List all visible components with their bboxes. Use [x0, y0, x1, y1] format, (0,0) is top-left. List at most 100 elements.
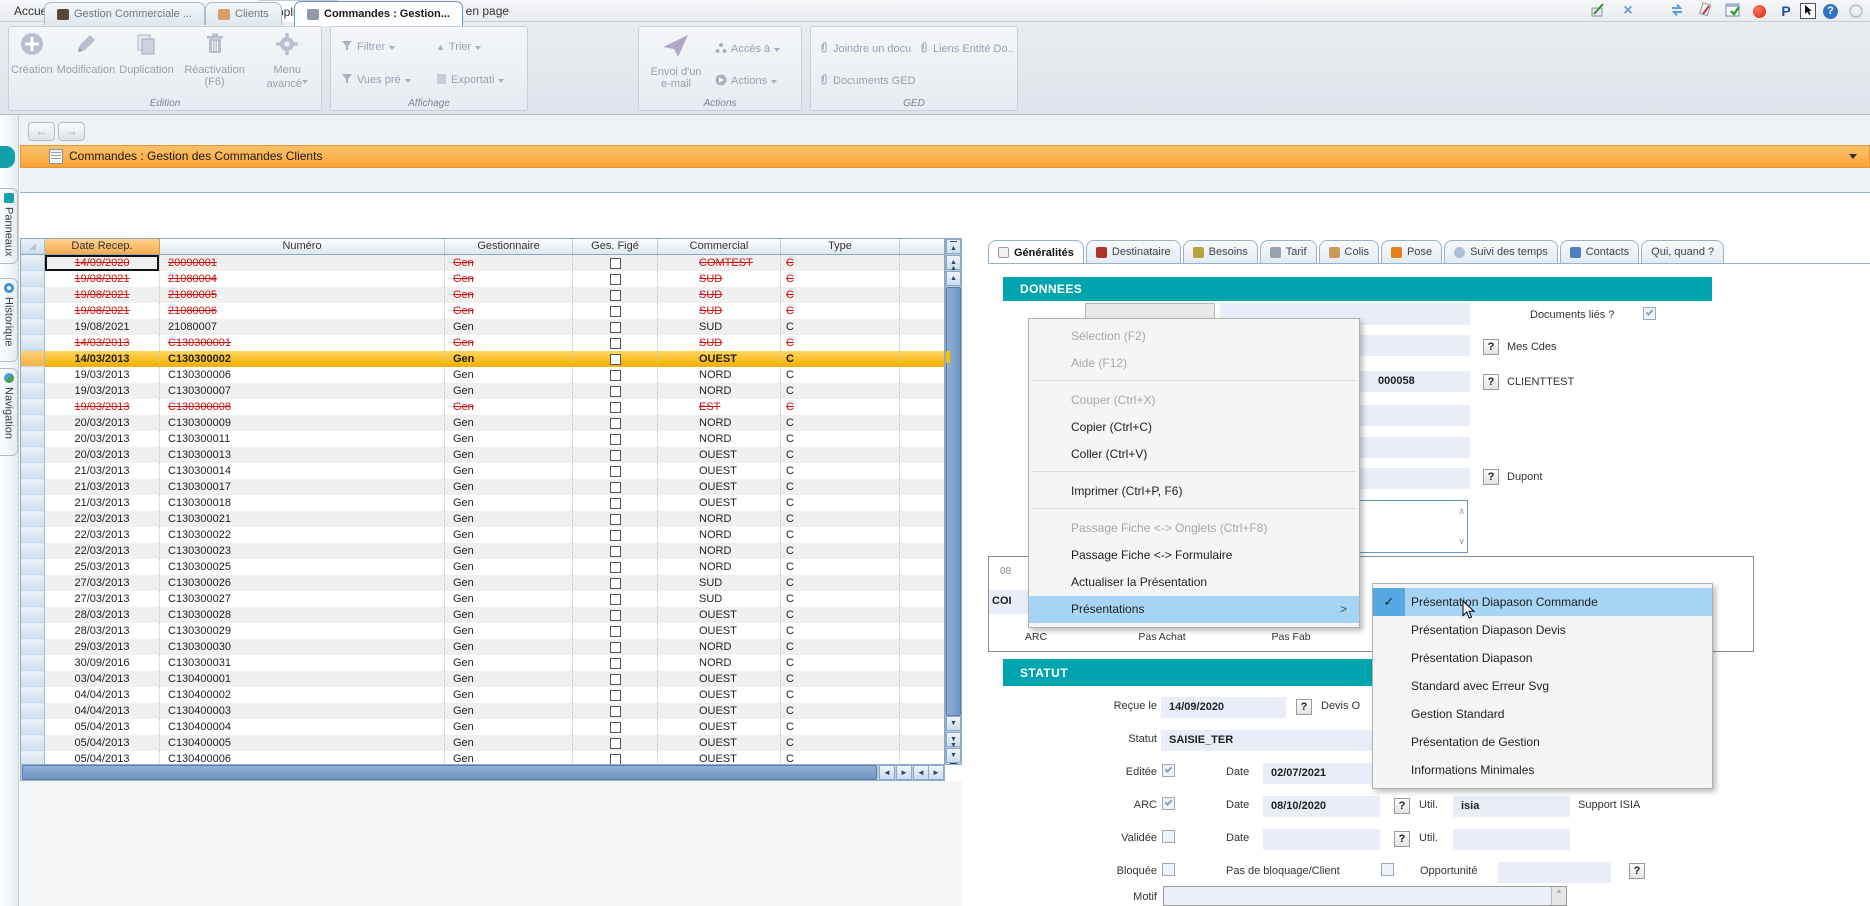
cell-ges-fige[interactable] [573, 511, 658, 527]
cell-gestionnaire[interactable]: Gen [445, 271, 573, 287]
cell-commercial[interactable]: NORD [658, 655, 781, 671]
cell-date[interactable]: 21/03/2013 [45, 495, 160, 511]
detail-tab[interactable]: Tarif [1260, 240, 1317, 263]
cell-date[interactable]: 14/03/2013 [45, 335, 160, 351]
cell-gestionnaire[interactable]: Gen [445, 591, 573, 607]
modification-button[interactable]: Modification [55, 31, 118, 90]
context-menu-item[interactable] [1029, 471, 1359, 478]
ges-fige-checkbox[interactable] [610, 354, 621, 365]
cell-ges-fige[interactable] [573, 479, 658, 495]
filtrer-button[interactable]: Filtrer [341, 39, 395, 55]
submenu-item[interactable]: Standard avec Erreur Svg [1373, 672, 1712, 700]
cell-numero[interactable]: C130300021 [160, 511, 445, 527]
cell-numero[interactable]: 21080006 [160, 303, 445, 319]
row-selector[interactable] [21, 383, 45, 399]
submenu-item[interactable]: Informations Minimales [1373, 756, 1712, 784]
cell-date[interactable]: 19/08/2021 [45, 303, 160, 319]
cell-commercial[interactable]: NORD [658, 639, 781, 655]
cell-gestionnaire[interactable]: Gen [445, 255, 573, 271]
cell-gestionnaire[interactable]: Gen [445, 671, 573, 687]
calendar-check-icon[interactable] [1724, 2, 1742, 20]
cell-type[interactable]: C [781, 639, 900, 655]
ges-fige-checkbox[interactable] [610, 402, 621, 413]
bloquee-checkbox[interactable] [1162, 863, 1175, 876]
opportunite-help-button[interactable]: ? [1629, 863, 1645, 879]
cell-date[interactable]: 04/04/2013 [45, 687, 160, 703]
cell-commercial[interactable]: OUEST [658, 479, 781, 495]
opportunite-field[interactable] [1498, 862, 1611, 883]
table-row[interactable]: 20/03/2013 C130300013 Gen OUEST C [21, 447, 944, 463]
context-menu-item[interactable]: Couper (Ctrl+X) [1029, 387, 1359, 414]
column-header-ges-fige[interactable]: Ges. Figé [573, 239, 658, 254]
cell-ges-fige[interactable] [573, 591, 658, 607]
cell-date[interactable]: 20/03/2013 [45, 415, 160, 431]
cell-numero[interactable]: C130300030 [160, 639, 445, 655]
submenu-item[interactable]: Présentation de Gestion [1373, 728, 1712, 756]
liens-entite-button[interactable]: Liens Entité Do.. [919, 41, 1014, 57]
documents-lies-checkbox[interactable] [1643, 307, 1656, 320]
row-selector[interactable] [21, 511, 45, 527]
row-selector[interactable] [21, 607, 45, 623]
cell-commercial[interactable]: SUD [658, 575, 781, 591]
cell-type[interactable]: C [781, 527, 900, 543]
table-row[interactable]: 19/03/2013 C130300006 Gen NORD C [21, 367, 944, 383]
detail-tab[interactable]: Colis [1319, 240, 1379, 263]
cell-gestionnaire[interactable]: Gen [445, 319, 573, 335]
table-row[interactable]: 21/03/2013 C130300017 Gen OUEST C [21, 479, 944, 495]
table-row[interactable]: 05/04/2013 C130400006 Gen OUEST C [21, 751, 944, 765]
cell-commercial[interactable]: NORD [658, 543, 781, 559]
row-selector[interactable] [21, 367, 45, 383]
ges-fige-checkbox[interactable] [610, 290, 621, 301]
cell-ges-fige[interactable] [573, 575, 658, 591]
column-header-numero[interactable]: Numéro [160, 239, 445, 254]
scroll-far-left-button[interactable]: ◄ [913, 765, 929, 780]
cell-type[interactable]: C [781, 655, 900, 671]
scroll-right-button[interactable]: ► [896, 765, 912, 780]
cell-date[interactable]: 25/03/2013 [45, 559, 160, 575]
arc-util-help-button[interactable]: ? [1394, 798, 1410, 814]
row-selector[interactable] [21, 591, 45, 607]
cell-commercial[interactable]: NORD [658, 415, 781, 431]
cell-gestionnaire[interactable]: Gen [445, 719, 573, 735]
row-selector[interactable] [21, 495, 45, 511]
cell-type[interactable]: C [781, 591, 900, 607]
cell-ges-fige[interactable] [573, 287, 658, 303]
cell-ges-fige[interactable] [573, 335, 658, 351]
row-selector[interactable] [21, 431, 45, 447]
scroll-down-button[interactable]: ▼ [946, 716, 961, 731]
row-selector[interactable] [21, 559, 45, 575]
cell-gestionnaire[interactable]: Gen [445, 479, 573, 495]
scroll-bottom-button[interactable]: ▼ [946, 748, 961, 763]
menu-avance-button[interactable]: Menu avancé [254, 31, 321, 90]
cell-ges-fige[interactable] [573, 527, 658, 543]
ges-fige-checkbox[interactable] [610, 370, 621, 381]
ges-fige-checkbox[interactable] [610, 738, 621, 749]
reactivation-button[interactable]: Réactivation (F6) [176, 31, 254, 90]
documents-ged-button[interactable]: Documents GED [819, 73, 916, 89]
cell-gestionnaire[interactable]: Gen [445, 655, 573, 671]
context-menu-item[interactable]: Actualiser la Présentation [1029, 569, 1359, 596]
cell-gestionnaire[interactable]: Gen [445, 527, 573, 543]
cell-ges-fige[interactable] [573, 399, 658, 415]
mes-cdes-help-button[interactable]: ? [1483, 339, 1499, 355]
column-header-gestionnaire[interactable]: Gestionnaire [445, 239, 573, 254]
tab-commandes-gestion[interactable]: Commandes : Gestion... [294, 1, 463, 26]
ges-fige-checkbox[interactable] [610, 306, 621, 317]
row-selector[interactable] [21, 543, 45, 559]
detail-tab[interactable]: Généralités [988, 240, 1084, 264]
ges-fige-checkbox[interactable] [610, 466, 621, 477]
cell-ges-fige[interactable] [573, 319, 658, 335]
cell-numero[interactable]: C130300026 [160, 575, 445, 591]
cell-type[interactable]: C [781, 751, 900, 765]
table-row[interactable]: 29/03/2013 C130300030 Gen NORD C [21, 639, 944, 655]
cell-commercial[interactable]: OUEST [658, 735, 781, 751]
ges-fige-checkbox[interactable] [610, 658, 621, 669]
ges-fige-checkbox[interactable] [610, 530, 621, 541]
cell-ges-fige[interactable] [573, 543, 658, 559]
cell-date[interactable]: 19/03/2013 [45, 367, 160, 383]
cell-gestionnaire[interactable]: Gen [445, 735, 573, 751]
cell-ges-fige[interactable] [573, 415, 658, 431]
field-co[interactable]: COI [989, 590, 1028, 614]
cell-date[interactable]: 19/08/2021 [45, 287, 160, 303]
cell-date[interactable]: 19/03/2013 [45, 383, 160, 399]
